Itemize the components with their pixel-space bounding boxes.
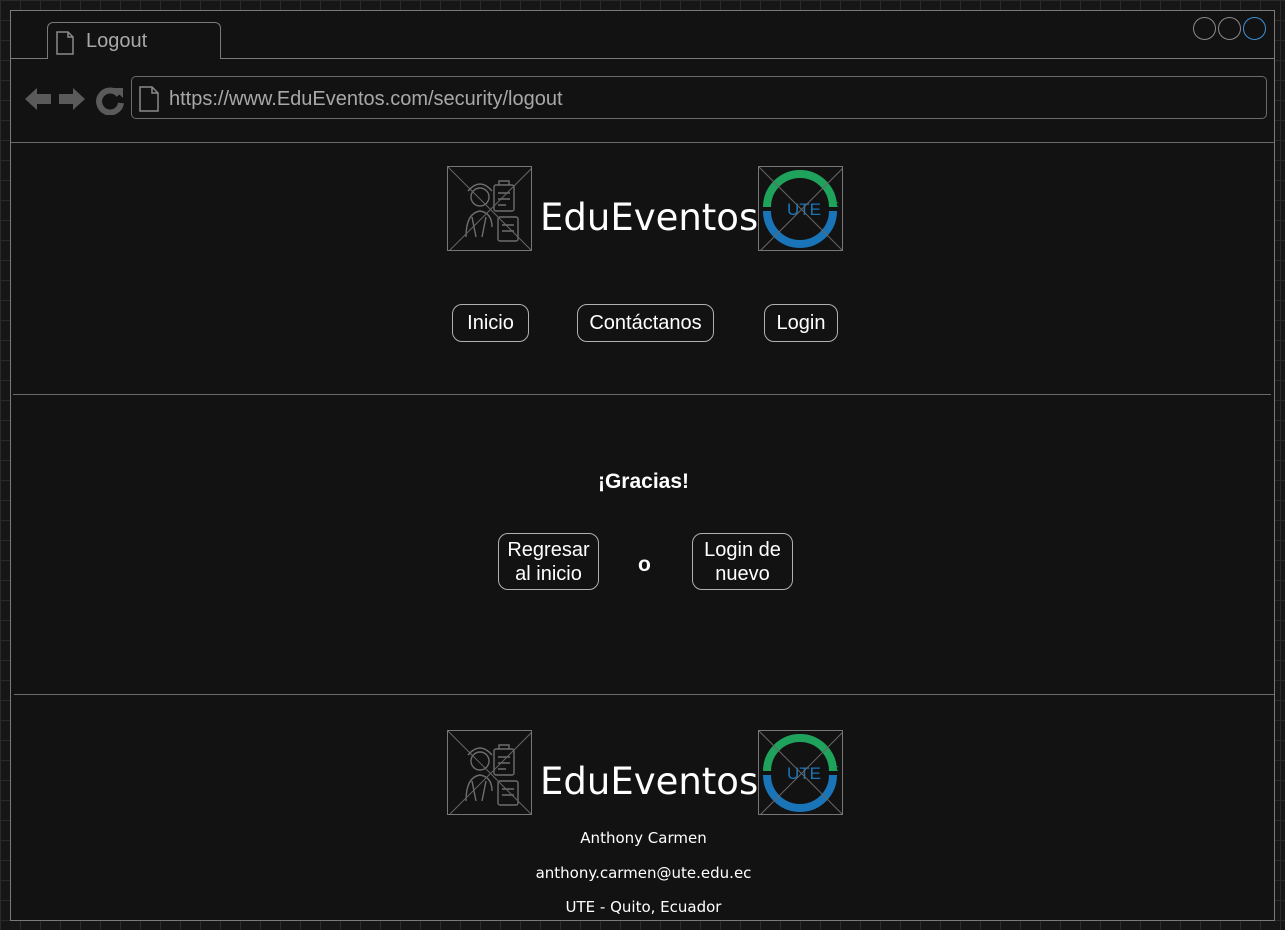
nav-login-button[interactable]: Login: [764, 304, 838, 342]
footer-author: Anthony Carmen: [580, 829, 707, 847]
browser-window: Logout https://www.EduEventos.com/securi…: [10, 10, 1275, 921]
reload-icon[interactable]: [96, 87, 124, 116]
thanks-heading: ¡Gracias!: [597, 470, 690, 493]
page-icon: [139, 86, 159, 112]
maximize-button[interactable]: [1218, 17, 1241, 40]
minimize-button[interactable]: [1193, 17, 1216, 40]
nav-contactanos-button[interactable]: Contáctanos: [577, 304, 714, 342]
svg-text:UTE: UTE: [787, 200, 821, 219]
browser-tab[interactable]: Logout: [47, 22, 221, 59]
tab-title: Logout: [86, 30, 148, 52]
content-top-divider: [13, 394, 1271, 395]
people-clipboard-icon: [447, 730, 532, 815]
people-clipboard-icon: [447, 166, 532, 251]
or-separator: o: [638, 553, 651, 576]
login-again-button[interactable]: Login de nuevo: [692, 533, 793, 590]
address-bar[interactable]: https://www.EduEventos.com/security/logo…: [131, 76, 1267, 119]
ute-logo: UTE EC: [758, 166, 843, 251]
window-controls: [1193, 17, 1266, 40]
brand-title: EduEventos: [540, 196, 759, 239]
back-home-button[interactable]: Regresar al inicio: [498, 533, 599, 590]
nav-inicio-button[interactable]: Inicio: [452, 304, 529, 342]
footer-divider: [14, 694, 1274, 695]
back-arrow-icon[interactable]: [25, 88, 51, 110]
svg-text:UTE: UTE: [787, 764, 821, 783]
footer-location: UTE - Quito, Ecuador: [565, 898, 722, 916]
url-text: https://www.EduEventos.com/security/logo…: [169, 88, 563, 110]
header-divider: [11, 142, 1274, 143]
forward-arrow-icon[interactable]: [59, 88, 85, 110]
footer-brand-title: EduEventos: [540, 760, 759, 803]
svg-text:EC: EC: [829, 202, 839, 209]
ute-logo: UTE EC: [758, 730, 843, 815]
svg-text:EC: EC: [829, 766, 839, 773]
document-icon: [56, 31, 74, 55]
close-button[interactable]: [1243, 17, 1266, 40]
browser-nav: [23, 85, 125, 120]
footer-email: anthony.carmen@ute.edu.ec: [535, 864, 752, 882]
